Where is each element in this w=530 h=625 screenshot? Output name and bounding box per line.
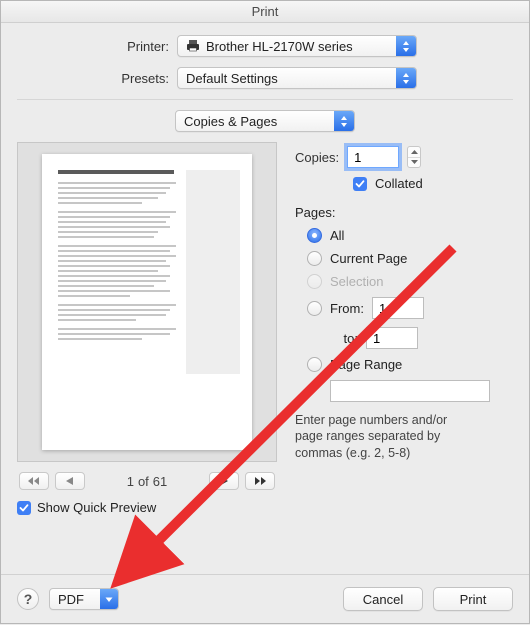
- radio-page-range[interactable]: [307, 357, 322, 372]
- printer-icon: [186, 40, 200, 52]
- stepper-up-icon: [408, 147, 420, 158]
- divider: [17, 99, 513, 100]
- copies-label: Copies:: [295, 150, 339, 165]
- pane-value: Copies & Pages: [184, 114, 277, 129]
- radio-from[interactable]: [307, 301, 322, 316]
- presets-select[interactable]: Default Settings: [177, 67, 417, 89]
- pdf-menu[interactable]: PDF: [49, 588, 119, 610]
- document-thumbnail: [42, 154, 252, 450]
- collated-checkbox[interactable]: [353, 177, 367, 191]
- chevron-down-icon: [100, 589, 118, 609]
- page-preview: [17, 142, 277, 462]
- show-quick-preview-label: Show Quick Preview: [37, 500, 156, 515]
- presets-label: Presets:: [17, 71, 177, 86]
- radio-current-page-label: Current Page: [330, 251, 407, 266]
- first-page-button[interactable]: [19, 472, 49, 490]
- chevron-up-down-icon: [396, 68, 416, 88]
- chevron-up-down-icon: [334, 111, 354, 131]
- from-input[interactable]: [372, 297, 424, 319]
- radio-page-range-label: Page Range: [330, 357, 402, 372]
- printer-value: Brother HL-2170W series: [206, 39, 353, 54]
- radio-current-page[interactable]: [307, 251, 322, 266]
- radio-selection: [307, 274, 322, 289]
- pdf-label: PDF: [58, 592, 84, 607]
- printer-label: Printer:: [17, 39, 177, 54]
- radio-selection-label: Selection: [330, 274, 383, 289]
- to-label: to:: [330, 331, 358, 346]
- last-page-button[interactable]: [245, 472, 275, 490]
- show-quick-preview-checkbox[interactable]: [17, 501, 31, 515]
- printer-select[interactable]: Brother HL-2170W series: [177, 35, 417, 57]
- collated-label: Collated: [375, 176, 423, 191]
- pane-select[interactable]: Copies & Pages: [175, 110, 355, 132]
- page-range-hint: Enter page numbers and/or page ranges se…: [295, 412, 475, 461]
- radio-all[interactable]: [307, 228, 322, 243]
- cancel-button[interactable]: Cancel: [343, 587, 423, 611]
- print-button[interactable]: Print: [433, 587, 513, 611]
- to-input[interactable]: [366, 327, 418, 349]
- next-page-button[interactable]: [209, 472, 239, 490]
- help-button[interactable]: ?: [17, 588, 39, 610]
- radio-from-label: From:: [330, 301, 364, 316]
- page-counter: 1 of 61: [127, 474, 168, 489]
- radio-all-label: All: [330, 228, 344, 243]
- prev-page-button[interactable]: [55, 472, 85, 490]
- copies-stepper[interactable]: [407, 146, 421, 168]
- stepper-down-icon: [408, 158, 420, 168]
- copies-input[interactable]: [347, 146, 399, 168]
- window-title: Print: [1, 1, 529, 23]
- page-range-input[interactable]: [330, 380, 490, 402]
- presets-value: Default Settings: [186, 71, 278, 86]
- pages-label: Pages:: [295, 205, 513, 220]
- chevron-up-down-icon: [396, 36, 416, 56]
